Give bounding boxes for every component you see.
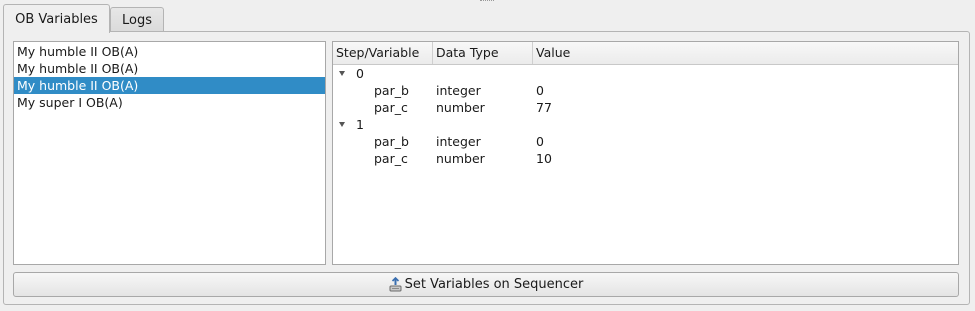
variable-name: par_b [374, 83, 409, 98]
tab-logs[interactable]: Logs [110, 7, 164, 33]
step-label: 1 [356, 117, 364, 132]
variable-name: par_c [374, 100, 408, 115]
ob-variables-panel: My humble II OB(A) My humble II OB(A) My… [3, 31, 970, 305]
column-header-data-type[interactable]: Data Type [433, 42, 533, 64]
variable-value[interactable]: 77 [533, 99, 958, 116]
tree-header: Step/Variable Data Type Value [333, 42, 958, 65]
splitter-handle[interactable] [480, 0, 494, 3]
tab-ob-variables-label: OB Variables [15, 11, 98, 27]
variables-tree[interactable]: Step/Variable Data Type Value 0 par_b in… [332, 41, 959, 265]
step-label: 0 [356, 66, 364, 81]
tree-row-step[interactable]: 0 [333, 65, 958, 82]
tree-row-step[interactable]: 1 [333, 116, 958, 133]
ob-list-item[interactable]: My humble II OB(A) [14, 60, 325, 77]
variable-type: integer [436, 134, 481, 149]
upload-to-sequencer-icon [389, 277, 402, 292]
set-variables-button[interactable]: Set Variables on Sequencer [13, 272, 959, 297]
ob-list-item-label: My humble II OB(A) [17, 61, 139, 76]
variable-value[interactable]: 10 [533, 150, 958, 167]
variable-name: par_b [374, 134, 409, 149]
column-header-step-variable[interactable]: Step/Variable [333, 42, 433, 64]
column-header-value[interactable]: Value [533, 42, 958, 64]
variable-type: integer [436, 83, 481, 98]
set-variables-button-label: Set Variables on Sequencer [404, 277, 584, 292]
tree-row-variable[interactable]: par_b integer 0 [333, 82, 958, 99]
tree-row-variable[interactable]: par_c number 77 [333, 99, 958, 116]
tab-logs-label: Logs [122, 13, 152, 28]
ob-list-item-label: My humble II OB(A) [17, 44, 139, 59]
ob-list-item-selected[interactable]: My humble II OB(A) [14, 77, 325, 94]
variable-value[interactable]: 0 [533, 82, 958, 99]
ob-list-item[interactable]: My humble II OB(A) [14, 43, 325, 60]
expand-arrow-icon[interactable] [339, 122, 345, 127]
ob-list-item-label: My humble II OB(A) [17, 78, 139, 93]
variable-name: par_c [374, 151, 408, 166]
tab-ob-variables[interactable]: OB Variables [3, 4, 110, 33]
ob-list[interactable]: My humble II OB(A) My humble II OB(A) My… [13, 41, 326, 265]
tree-row-variable[interactable]: par_b integer 0 [333, 133, 958, 150]
ob-variables-window: OB Variables Logs My humble II OB(A) My … [0, 0, 975, 311]
tree-row-variable[interactable]: par_c number 10 [333, 150, 958, 167]
ob-list-item[interactable]: My super I OB(A) [14, 94, 325, 111]
ob-list-item-label: My super I OB(A) [17, 95, 123, 110]
variable-type: number [436, 151, 485, 166]
variable-value[interactable]: 0 [533, 133, 958, 150]
variable-type: number [436, 100, 485, 115]
expand-arrow-icon[interactable] [339, 71, 345, 76]
